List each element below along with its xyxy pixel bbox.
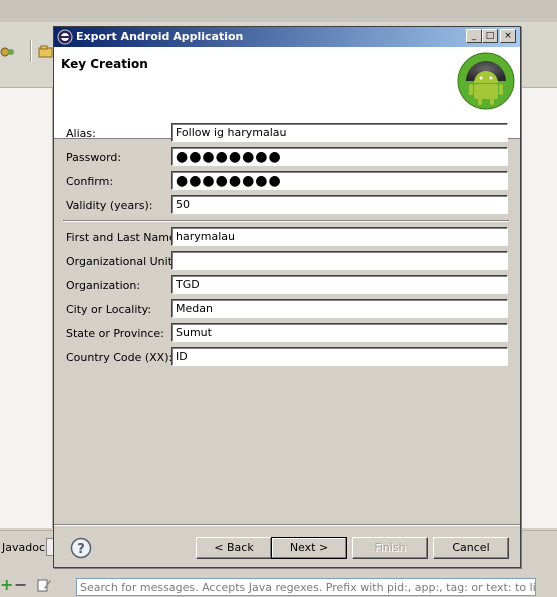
ide-left-panel xyxy=(0,88,53,528)
edit-icon[interactable] xyxy=(36,577,52,593)
plus-icon[interactable]: + xyxy=(0,577,13,593)
minimize-button[interactable]: _ xyxy=(466,29,482,43)
validity-label: Validity (years): xyxy=(66,199,153,212)
alias-field[interactable]: Follow ig harymalau xyxy=(171,123,508,142)
close-button[interactable]: × xyxy=(500,29,516,43)
city-field[interactable]: Medan xyxy=(171,299,508,318)
svg-text:?: ? xyxy=(77,542,85,557)
alias-label: Alias: xyxy=(66,127,96,140)
button-bar-divider xyxy=(54,524,520,526)
name-label: First and Last Name: xyxy=(66,231,180,244)
confirm-label: Confirm: xyxy=(66,175,114,188)
android-logo-icon xyxy=(457,52,515,110)
country-code-field[interactable]: ID xyxy=(171,347,508,366)
organization-field[interactable]: TGD xyxy=(171,275,508,294)
minus-icon[interactable]: − xyxy=(14,577,28,593)
org-unit-label: Organizational Unit: xyxy=(66,255,176,268)
debug-icon[interactable] xyxy=(0,44,16,60)
cancel-button[interactable]: Cancel xyxy=(433,537,509,559)
eclipse-icon xyxy=(57,29,73,45)
organization-label: Organization: xyxy=(66,279,141,292)
open-folder-icon[interactable] xyxy=(38,44,54,60)
maximize-button[interactable]: □ xyxy=(482,29,498,43)
back-button[interactable]: < Back xyxy=(196,537,272,559)
export-android-application-dialog: Export Android Application _ □ × Key Cre… xyxy=(53,26,521,568)
org-unit-field[interactable] xyxy=(171,251,508,270)
dialog-titlebar[interactable]: Export Android Application _ □ × xyxy=(54,27,520,47)
next-button[interactable]: Next > xyxy=(271,537,347,559)
toolbar-separator xyxy=(30,40,32,62)
confirm-field[interactable]: ●●●●●●●● xyxy=(171,171,508,190)
state-label: State or Province: xyxy=(66,327,164,340)
password-label: Password: xyxy=(66,151,122,164)
javadoc-tab[interactable]: Javadoc xyxy=(0,538,49,558)
city-label: City or Locality: xyxy=(66,303,152,316)
help-icon[interactable]: ? xyxy=(70,537,92,559)
ide-title-area xyxy=(0,0,557,22)
dialog-title: Export Android Application xyxy=(76,30,244,43)
name-field[interactable]: harymalau xyxy=(171,227,508,246)
state-field[interactable]: Sumut xyxy=(171,323,508,342)
password-field[interactable]: ●●●●●●●● xyxy=(171,147,508,166)
page-title: Key Creation xyxy=(61,57,148,71)
validity-field[interactable]: 50 xyxy=(171,195,508,214)
country-code-label: Country Code (XX): xyxy=(66,351,173,364)
finish-button[interactable]: Finish xyxy=(352,537,428,559)
logcat-search-input[interactable]: Search for messages. Accepts Java regexe… xyxy=(76,578,536,596)
section-divider xyxy=(63,220,509,222)
ide-right-panel xyxy=(521,88,557,528)
